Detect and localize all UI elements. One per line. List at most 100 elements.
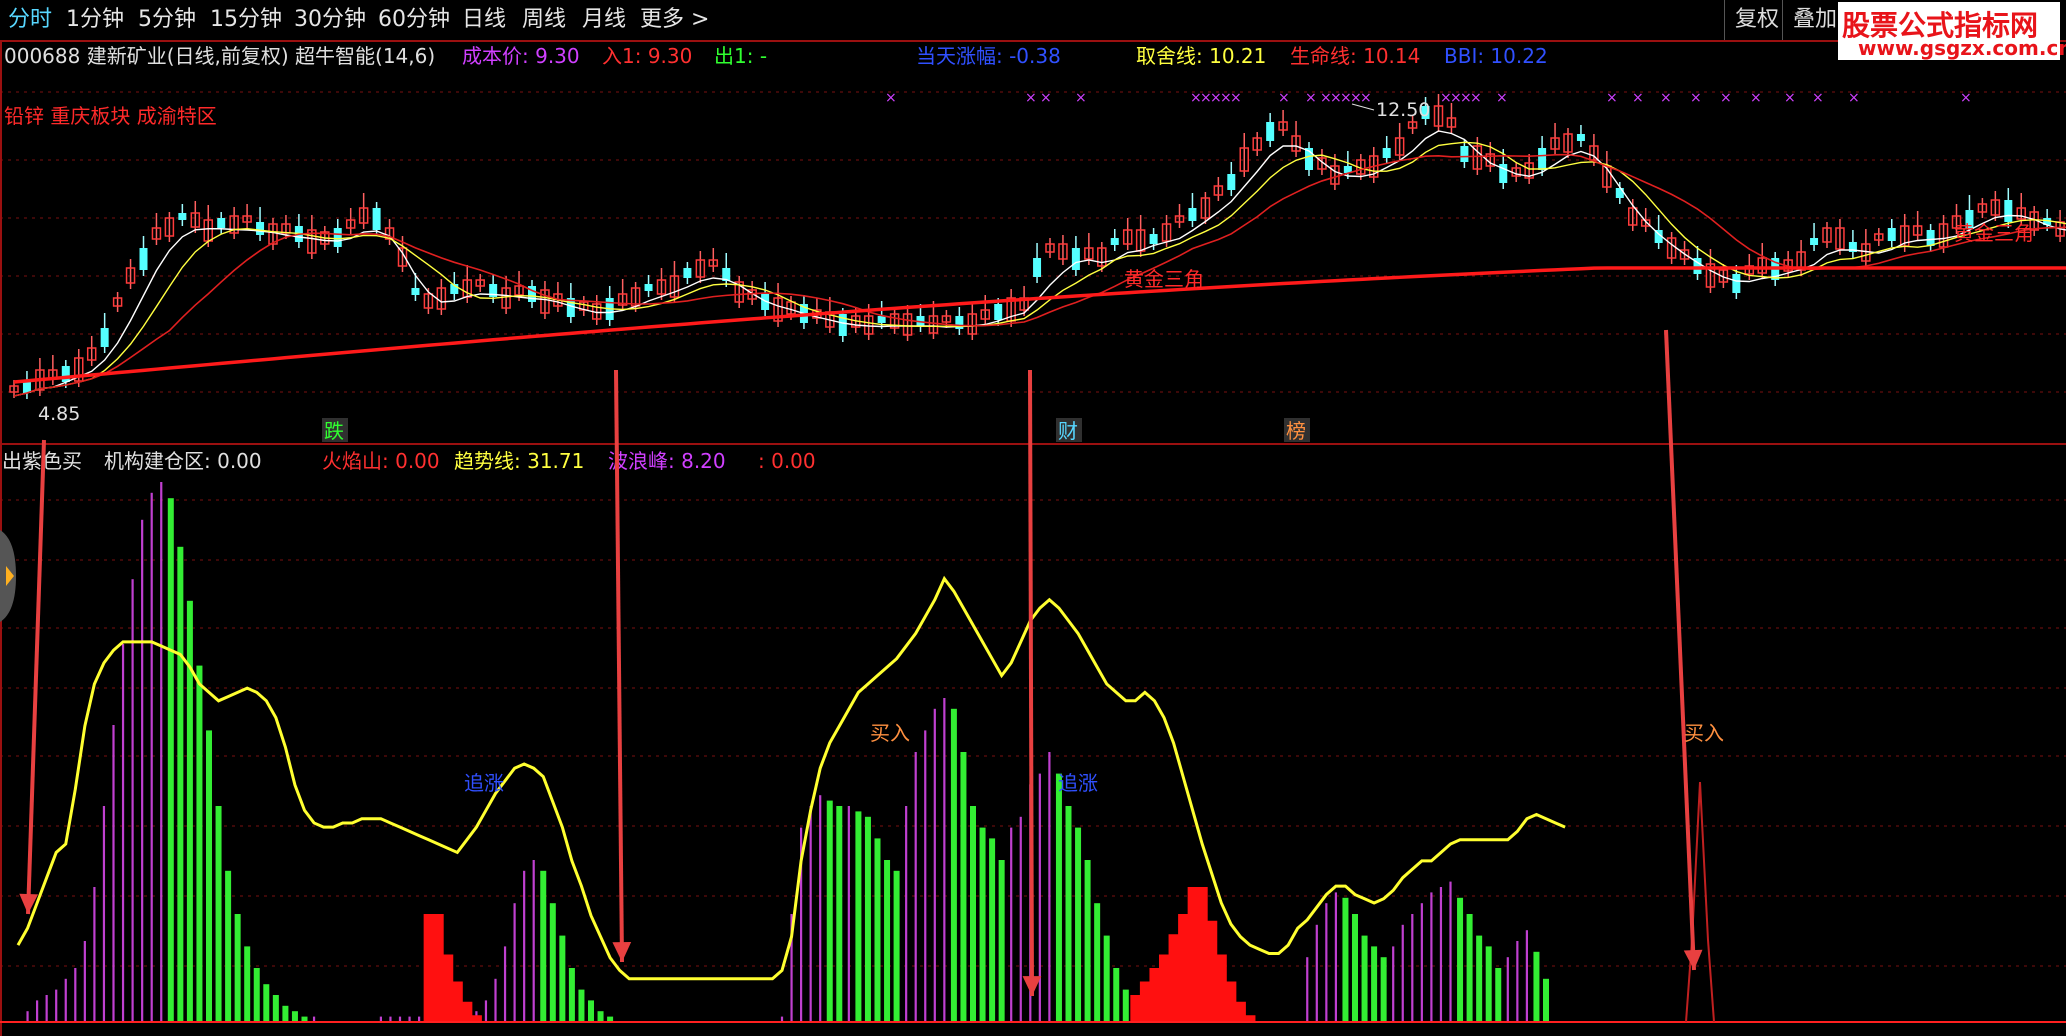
- wave-peak-bar: [989, 838, 996, 1022]
- signal-x-mark: ×: [1025, 90, 1037, 106]
- wave-peak-bar: [494, 978, 497, 1022]
- wave-peak-bar: [1352, 914, 1358, 1022]
- candle-body-down: [139, 248, 148, 270]
- wave-peak-bar: [1334, 892, 1337, 1022]
- event-marker: 榜: [1286, 419, 1306, 443]
- wave-peak-bar: [26, 1011, 29, 1022]
- candle-body-down: [1227, 174, 1236, 190]
- wave-peak-bar: [484, 1000, 488, 1022]
- candle-body-down: [411, 288, 420, 295]
- low-price-label: 4.85: [38, 403, 80, 425]
- wave-peak-bar: [1361, 935, 1368, 1022]
- wave-peak-bar: [272, 995, 279, 1022]
- signal-x-mark: ×: [1230, 90, 1242, 106]
- huoyanshan-bar: [1159, 954, 1170, 1022]
- site-logo: 股票公式指标网 www.gsgzx.com.cn: [1838, 2, 2066, 60]
- wave-peak-bar: [1055, 773, 1062, 1022]
- wave-peak-bar: [244, 946, 251, 1022]
- high-price-label: 12.50: [1376, 99, 1430, 121]
- wave-peak-bar: [160, 482, 163, 1022]
- candle-body-down: [1615, 188, 1624, 198]
- signal-x-mark: ×: [1606, 90, 1618, 106]
- wave-peak-bar: [914, 752, 917, 1022]
- wave-peak-bar: [855, 811, 862, 1022]
- wave-peak-bar: [864, 816, 871, 1022]
- wave-peak-bar: [1457, 897, 1464, 1022]
- wave-peak-bar: [1342, 897, 1349, 1022]
- candle-body-down: [178, 213, 187, 220]
- wave-peak-bar: [960, 752, 967, 1022]
- wave-peak-bar: [1495, 968, 1502, 1022]
- wave-peak-bar: [503, 946, 507, 1022]
- wave-peak-bar: [950, 708, 957, 1022]
- wave-peak-bar: [884, 860, 891, 1022]
- candle-body-down: [217, 218, 226, 228]
- wave-peak-bar: [55, 989, 58, 1022]
- huoyanshan-bar: [1149, 968, 1160, 1022]
- signal-x-mark: ×: [1278, 90, 1290, 106]
- wave-peak-bar: [1010, 827, 1013, 1022]
- buy-arrow-head: [1022, 976, 1042, 996]
- wave-peak-bar: [291, 1011, 298, 1022]
- candle-body-down: [2004, 200, 2013, 222]
- signal-x-mark: ×: [1848, 90, 1860, 106]
- event-marker: 财: [1058, 419, 1078, 443]
- wave-peak-bar: [809, 806, 812, 1022]
- wave-peak-bar: [1315, 924, 1318, 1022]
- candle-body-down: [1576, 134, 1585, 141]
- signal-x-mark: ×: [1812, 90, 1824, 106]
- wave-peak-bar: [549, 903, 556, 1022]
- wave-peak-bar: [540, 870, 547, 1022]
- wave-peak-bar: [933, 708, 936, 1022]
- candle-body-down: [1810, 238, 1819, 245]
- wave-peak-bar: [893, 870, 900, 1022]
- huoyanshan-bar: [1235, 1001, 1246, 1022]
- huoyanshan-bar: [1130, 995, 1141, 1022]
- wave-peak-bar: [83, 941, 86, 1022]
- signal-x-mark: ×: [885, 90, 897, 106]
- chase-signal-label: 追涨: [1058, 771, 1098, 795]
- wave-peak-bar: [970, 806, 976, 1022]
- huoyanshan-bar: [433, 914, 444, 1022]
- candle-body-down: [1110, 238, 1119, 245]
- wave-peak-bar: [1048, 752, 1051, 1022]
- candle-body-down: [1033, 258, 1042, 277]
- candle-body-down: [1149, 234, 1158, 244]
- wave-peak-bar: [1306, 957, 1309, 1022]
- candle-body-down: [1188, 208, 1197, 221]
- wave-peak-bar: [998, 860, 1005, 1022]
- candle-body-down: [1926, 230, 1935, 246]
- buy-arrow-head: [1683, 949, 1703, 970]
- buy-arrow-shaft: [1664, 329, 1696, 971]
- logo-url: www.gsgzx.com.cn: [1858, 36, 2066, 60]
- signal-x-mark: ×: [1720, 90, 1732, 106]
- candle-body-down: [61, 366, 70, 382]
- wave-peak-bar: [1506, 957, 1509, 1022]
- wave-peak-bar: [225, 870, 232, 1022]
- candle-body-down: [1732, 274, 1741, 293]
- wave-peak-bar: [1019, 816, 1022, 1022]
- huoyanshan-bar: [452, 981, 463, 1022]
- signal-x-mark: ×: [1690, 90, 1702, 106]
- wave-peak-bar: [234, 914, 241, 1022]
- signal-x-mark: ×: [1075, 90, 1087, 106]
- candle-body-down: [683, 268, 692, 278]
- wave-peak-bar: [847, 806, 850, 1022]
- huoyanshan-bar: [1178, 914, 1189, 1022]
- huoyanshan-bar: [1187, 887, 1199, 1022]
- wave-peak-bar: [215, 806, 222, 1022]
- candle-body-down: [100, 328, 109, 347]
- candle-body-down: [372, 208, 381, 230]
- wave-peak-bar: [1325, 903, 1328, 1022]
- wave-peak-bar: [1065, 806, 1072, 1022]
- wave-peak-bar: [578, 989, 585, 1022]
- wave-peak-bar: [1038, 773, 1041, 1022]
- huoyanshan-bar: [1139, 981, 1151, 1022]
- wave-peak-bar: [1075, 827, 1082, 1022]
- chart-canvas: × × × × ××××× × × ××××× ×××× × × × × × × × × × × ×12.504.85…: [0, 40, 2066, 1036]
- wave-peak-bar: [45, 995, 48, 1022]
- triangle-label: 黄金三角: [1954, 221, 2034, 245]
- wave-peak-bar: [1485, 946, 1492, 1022]
- wave-peak-bar: [1420, 903, 1423, 1022]
- signal-x-mark: ×: [1496, 90, 1508, 106]
